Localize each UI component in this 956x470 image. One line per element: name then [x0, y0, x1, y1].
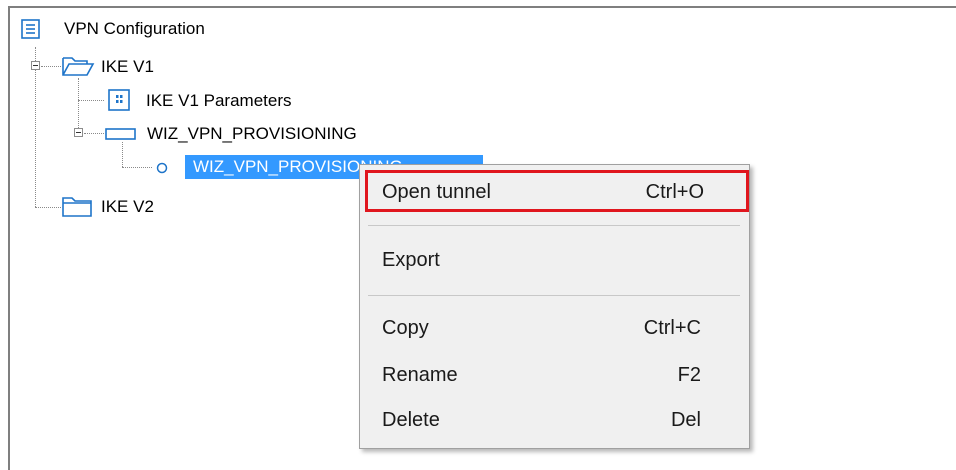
menu-item-export[interactable]: Export [360, 242, 749, 278]
open-folder-icon [62, 57, 95, 76]
tunnel-circle-icon [156, 162, 168, 174]
menu-item-copy[interactable]: Copy Ctrl+C [360, 310, 749, 346]
tree-node-gateway[interactable]: WIZ_VPN_PROVISIONING [147, 123, 357, 145]
tree-connector [84, 133, 104, 134]
list-document-icon [21, 19, 40, 39]
menu-item-shortcut: Ctrl+O [645, 181, 704, 203]
menu-item-shortcut: F2 [677, 364, 701, 386]
tree-node-ike-v2[interactable]: IKE V2 [101, 196, 154, 218]
menu-item-label: Export [382, 249, 440, 271]
menu-separator [368, 295, 740, 296]
collapse-toggle-ike-v1[interactable] [31, 61, 40, 70]
tree-connector [78, 100, 104, 101]
tree-node-ike-v1[interactable]: IKE V1 [101, 56, 154, 78]
menu-item-label: Rename [382, 364, 458, 386]
parameters-icon [108, 89, 130, 111]
menu-item-rename[interactable]: Rename F2 [360, 357, 749, 393]
collapse-toggle-gateway[interactable] [74, 128, 83, 137]
menu-item-shortcut: Del [670, 409, 701, 431]
tree-node-vpn-configuration[interactable]: VPN Configuration [64, 18, 205, 40]
tree-connector [35, 207, 61, 208]
context-menu: Open tunnel Ctrl+O Export Copy Ctrl+C Re… [359, 164, 750, 449]
menu-item-label: Copy [382, 317, 429, 339]
menu-item-label: Open tunnel [382, 181, 491, 203]
menu-item-label: Delete [382, 409, 440, 431]
tree-connector [41, 66, 61, 67]
gateway-icon [105, 128, 136, 140]
tree-node-ike-v1-parameters[interactable]: IKE V1 Parameters [146, 90, 292, 112]
menu-item-shortcut: Ctrl+C [643, 317, 701, 339]
folder-icon [62, 197, 92, 217]
tree-connector [35, 47, 36, 207]
menu-item-open-tunnel[interactable]: Open tunnel Ctrl+O [365, 170, 749, 212]
tree-connector [122, 167, 152, 168]
menu-item-delete[interactable]: Delete Del [360, 402, 749, 438]
menu-separator [368, 225, 740, 226]
tree-connector [122, 142, 123, 167]
